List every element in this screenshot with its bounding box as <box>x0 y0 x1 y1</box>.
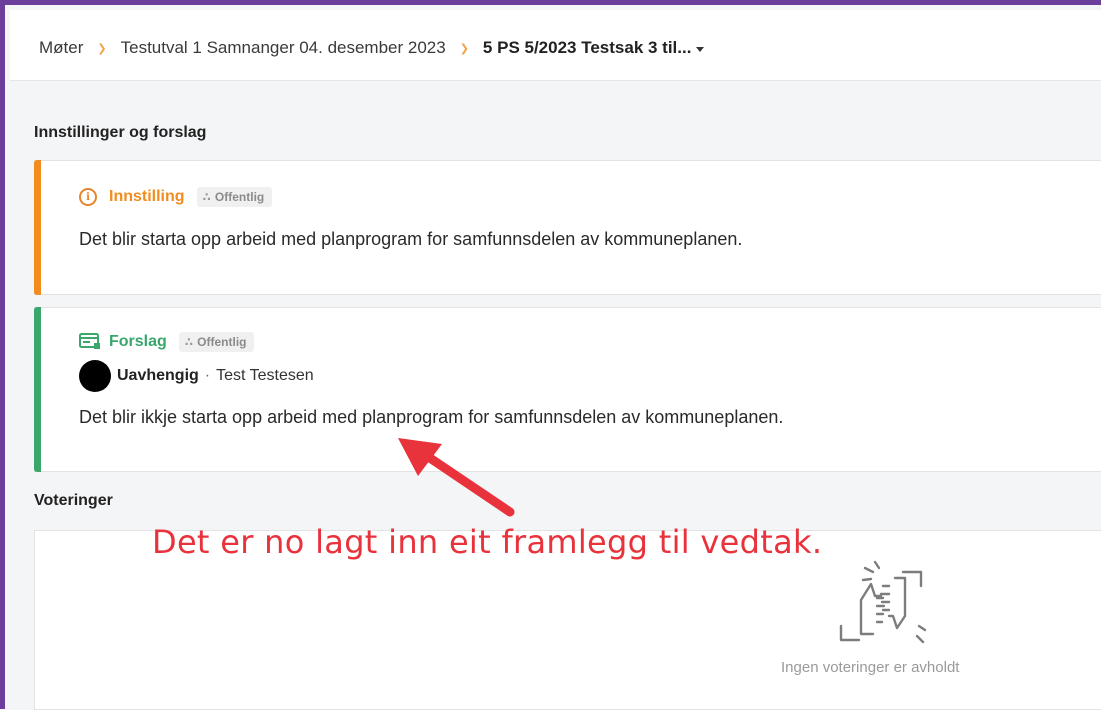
visibility-label: Offentlig <box>197 335 247 349</box>
breadcrumb: Møter ❯ Testutval 1 Samnanger 04. desemb… <box>39 38 705 58</box>
annotation-arrow-icon <box>398 438 515 517</box>
visibility-badge: ∴ Offentlig <box>196 187 273 207</box>
forslag-text: Det blir ikkje starta opp arbeid med pla… <box>79 407 784 427</box>
proposer-name: Test Testesen <box>216 367 314 384</box>
innstilling-card[interactable]: i Innstilling ∴ Offentlig Det blir start… <box>34 160 1101 295</box>
sitemap-icon: ∴ <box>202 190 211 204</box>
chevron-right-icon: ❯ <box>459 42 469 55</box>
avatar <box>79 360 111 392</box>
breadcrumb-current-label: 5 PS 5/2023 Testsak 3 til... <box>482 38 692 57</box>
visibility-label: Offentlig <box>214 190 265 204</box>
chevron-down-icon <box>696 46 705 52</box>
breadcrumb-current-case[interactable]: 5 PS 5/2023 Testsak 3 til... <box>483 38 705 58</box>
breadcrumb-item-meeting[interactable]: Testutval 1 Samnanger 04. desember 2023 <box>121 38 446 58</box>
chevron-right-icon: ❯ <box>97 42 107 55</box>
innstilling-header: i Innstilling ∴ Offentlig <box>79 187 273 207</box>
info-icon: i <box>79 188 97 206</box>
empty-votes-text: Ingen voteringer er avholdt <box>781 659 960 676</box>
forslag-type-label: Forslag <box>109 333 167 350</box>
innstilling-type-label: Innstilling <box>109 188 185 205</box>
hands-icon <box>839 560 927 644</box>
innstilling-accent-bar <box>34 160 41 295</box>
proposer-separator: · <box>204 367 211 384</box>
breadcrumb-item-moter[interactable]: Møter <box>39 38 83 58</box>
visibility-badge: ∴ Offentlig <box>178 332 255 352</box>
sitemap-icon: ∴ <box>184 335 194 349</box>
forslag-accent-bar <box>34 307 41 472</box>
breadcrumb-bar: Møter ❯ Testutval 1 Samnanger 04. desemb… <box>10 10 1101 81</box>
proposal-icon <box>79 333 100 349</box>
proposer: Uavhengig · Test Testesen <box>79 360 314 392</box>
forslag-header: Forslag ∴ Offentlig <box>79 332 255 352</box>
innstilling-text: Det blir starta opp arbeid med planprogr… <box>79 229 743 249</box>
proposer-party: Uavhengig <box>117 367 199 384</box>
annotation-text: Det er no lagt inn eit framlegg til vedt… <box>152 523 823 561</box>
section-heading-votes: Voteringer <box>34 492 113 509</box>
section-heading-proposals: Innstillinger og forslag <box>34 124 207 141</box>
forslag-card[interactable]: Forslag ∴ Offentlig Uavhengig · Test Tes… <box>34 307 1101 472</box>
